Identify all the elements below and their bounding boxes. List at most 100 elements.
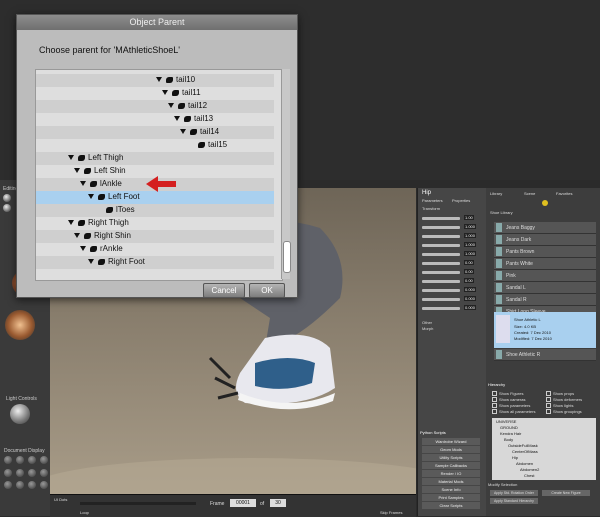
expand-triangle-icon[interactable] <box>88 194 94 199</box>
tree-row[interactable]: Right Foot <box>36 256 274 269</box>
python-script-button[interactable]: Clear Scripts <box>422 502 480 509</box>
display-style-icon[interactable] <box>4 481 12 490</box>
ok-button[interactable]: OK <box>249 283 285 298</box>
light-sphere-icon[interactable] <box>10 404 30 424</box>
parameter-dial[interactable] <box>422 298 460 301</box>
checkbox[interactable] <box>546 408 551 414</box>
hierarchy-tree-item[interactable]: Kendra Hair <box>500 431 521 436</box>
tab-parameters[interactable]: Parameters <box>422 198 443 203</box>
parameter-dial[interactable] <box>422 307 460 310</box>
tree-row[interactable]: tail14 <box>36 126 274 139</box>
expand-triangle-icon[interactable] <box>88 259 94 264</box>
checkbox[interactable] <box>546 402 551 408</box>
library-item[interactable]: Pants White <box>494 258 596 270</box>
parameter-value[interactable]: 0.000 <box>464 296 477 301</box>
skip-frames-label[interactable]: Skip Frames <box>380 510 402 515</box>
parameter-value[interactable]: 1.00 <box>464 215 474 220</box>
python-script-button[interactable]: Render / IO <box>422 470 480 477</box>
python-script-button[interactable]: Print Samples <box>422 494 480 501</box>
parameter-value[interactable]: 0.00 <box>464 278 474 283</box>
hierarchy-option[interactable]: Show all parameters <box>492 408 542 414</box>
library-item[interactable]: Pink <box>494 270 596 282</box>
hierarchy-option[interactable]: Show groupings <box>546 408 596 414</box>
display-style-icon[interactable] <box>40 481 48 490</box>
expand-triangle-icon[interactable] <box>162 90 168 95</box>
parameter-value[interactable]: 0.00 <box>464 269 474 274</box>
display-style-icon[interactable] <box>28 481 36 490</box>
python-script-button[interactable]: Scene Info <box>422 486 480 493</box>
expand-triangle-icon[interactable] <box>168 103 174 108</box>
parameter-dial[interactable] <box>422 280 460 283</box>
hierarchy-tree-item[interactable]: Abdomen2 <box>520 467 539 472</box>
hierarchy-tree-item[interactable]: Body <box>504 437 513 442</box>
tree-row[interactable]: tail10 <box>36 74 274 87</box>
editing-tool-icon[interactable] <box>3 204 11 212</box>
parameter-row[interactable]: 0.00 <box>422 259 484 268</box>
expand-triangle-icon[interactable] <box>156 77 162 82</box>
checkbox[interactable] <box>546 390 551 396</box>
display-style-icon[interactable] <box>16 456 24 464</box>
expand-triangle-icon[interactable] <box>80 246 86 251</box>
editing-tool-icon[interactable] <box>3 194 11 202</box>
favorite-star-icon[interactable] <box>542 200 548 206</box>
tree-row[interactable]: tail13 <box>36 113 274 126</box>
expand-triangle-icon[interactable] <box>174 116 180 121</box>
parameter-row[interactable]: 0.00 <box>422 268 484 277</box>
tree-row[interactable]: lToes <box>36 204 274 217</box>
hierarchy-tree-item[interactable]: OutsideFullMask <box>508 443 538 448</box>
expand-triangle-icon[interactable] <box>74 233 80 238</box>
parameter-row[interactable]: 0.000 <box>422 304 484 313</box>
parameter-row[interactable]: 1.000 <box>422 241 484 250</box>
parameter-dial[interactable] <box>422 226 460 229</box>
library-item[interactable]: Shoe Athletic R <box>494 349 596 361</box>
tree-scrollbar[interactable] <box>281 69 291 279</box>
hierarchy-tree-item[interactable]: UNIVERSE <box>496 419 516 424</box>
tree-row[interactable]: rAnkle <box>36 243 274 256</box>
cancel-button[interactable]: Cancel <box>203 283 245 298</box>
checkbox[interactable] <box>546 396 551 402</box>
parameter-dial[interactable] <box>422 244 460 247</box>
tab-properties[interactable]: Properties <box>452 198 470 203</box>
checkbox[interactable] <box>492 402 497 408</box>
checkbox[interactable] <box>492 390 497 396</box>
hierarchy-tree-item[interactable]: Chest <box>524 473 534 478</box>
parameter-row[interactable]: 0.00 <box>422 277 484 286</box>
parameter-value[interactable]: 1.000 <box>464 224 477 229</box>
total-frames-input[interactable]: 30 <box>270 499 286 507</box>
tab-scene[interactable]: Scene <box>524 191 535 196</box>
display-style-icon[interactable] <box>16 468 24 477</box>
hierarchy-tree-item[interactable]: Hip <box>512 455 518 460</box>
checkbox[interactable] <box>492 408 497 414</box>
frame-input[interactable]: 00001 <box>230 499 256 507</box>
expand-triangle-icon[interactable] <box>74 168 80 173</box>
tree-row[interactable]: Right Shin <box>36 230 274 243</box>
tree-row[interactable]: tail15 <box>36 139 274 152</box>
parameter-row[interactable]: 1.000 <box>422 232 484 241</box>
create-new-figure-button[interactable]: Create New Figure <box>542 490 590 496</box>
library-selected-item[interactable]: Shoe Athletic L Size: 4.0 KB Created: 7 … <box>494 312 596 348</box>
parameter-row[interactable]: 1.00 <box>422 214 484 223</box>
display-style-icon[interactable] <box>28 456 36 464</box>
tree-row[interactable]: Left Foot <box>36 191 274 204</box>
parameter-dial[interactable] <box>422 235 460 238</box>
parameter-dial[interactable] <box>422 289 460 292</box>
tree-row[interactable]: tail12 <box>36 100 274 113</box>
tree-row[interactable]: Right Thigh <box>36 217 274 230</box>
expand-triangle-icon[interactable] <box>68 155 74 160</box>
library-item[interactable]: Sandal L <box>494 282 596 294</box>
parameter-value[interactable]: 0.000 <box>464 287 477 292</box>
loop-label[interactable]: Loop <box>80 510 89 515</box>
tab-favorites[interactable]: Favorites <box>556 191 572 196</box>
parameter-value[interactable]: 1.000 <box>464 233 477 238</box>
python-script-button[interactable]: Sample Callbacks <box>422 462 480 469</box>
display-style-icon[interactable] <box>28 468 36 477</box>
timeline-track[interactable] <box>80 502 196 505</box>
python-script-button[interactable]: Wardrobe Wizard <box>422 438 480 445</box>
expand-triangle-icon[interactable] <box>80 181 86 186</box>
parameter-dial[interactable] <box>422 271 460 274</box>
parameter-value[interactable]: 0.00 <box>464 260 474 265</box>
python-script-button[interactable]: Utility Scripts <box>422 454 480 461</box>
tree-row[interactable]: tail11 <box>36 87 274 100</box>
expand-triangle-icon[interactable] <box>68 220 74 225</box>
scrollbar-thumb[interactable] <box>283 241 291 273</box>
